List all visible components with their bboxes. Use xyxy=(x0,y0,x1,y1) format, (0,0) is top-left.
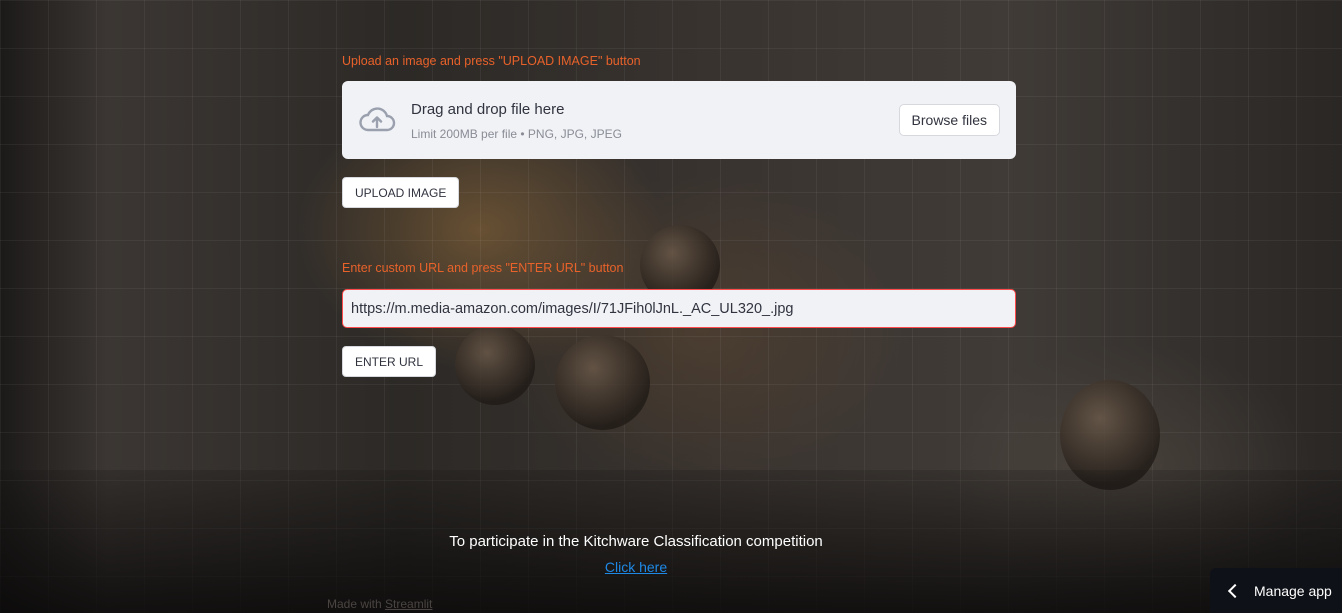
manage-app-button[interactable]: Manage app xyxy=(1210,568,1342,613)
browse-files-button[interactable]: Browse files xyxy=(898,104,1000,136)
click-here-container: Click here xyxy=(0,559,1272,575)
url-input[interactable] xyxy=(342,289,1016,328)
file-dropzone[interactable]: Drag and drop file here Limit 200MB per … xyxy=(342,81,1016,159)
dropzone-title: Drag and drop file here xyxy=(411,101,565,118)
made-with-footer: Made with Streamlit xyxy=(327,597,432,611)
upload-image-button[interactable]: UPLOAD IMAGE xyxy=(342,177,460,208)
url-instruction: Enter custom URL and press "ENTER URL" b… xyxy=(342,261,624,275)
made-with-prefix: Made with xyxy=(327,597,386,611)
manage-app-label: Manage app xyxy=(1254,582,1332,599)
dropzone-limit: Limit 200MB per file • PNG, JPG, JPEG xyxy=(411,127,622,141)
participate-text: To participate in the Kitchware Classifi… xyxy=(449,533,823,550)
upload-instruction: Upload an image and press "UPLOAD IMAGE"… xyxy=(342,54,641,68)
chevron-left-icon xyxy=(1227,583,1243,598)
background-pan xyxy=(555,335,650,430)
streamlit-link[interactable]: Streamlit xyxy=(385,597,432,611)
cloud-upload-icon xyxy=(359,107,396,132)
click-here-link[interactable]: Click here xyxy=(605,559,667,575)
enter-url-button[interactable]: ENTER URL xyxy=(342,346,437,377)
background-pan xyxy=(455,325,535,405)
